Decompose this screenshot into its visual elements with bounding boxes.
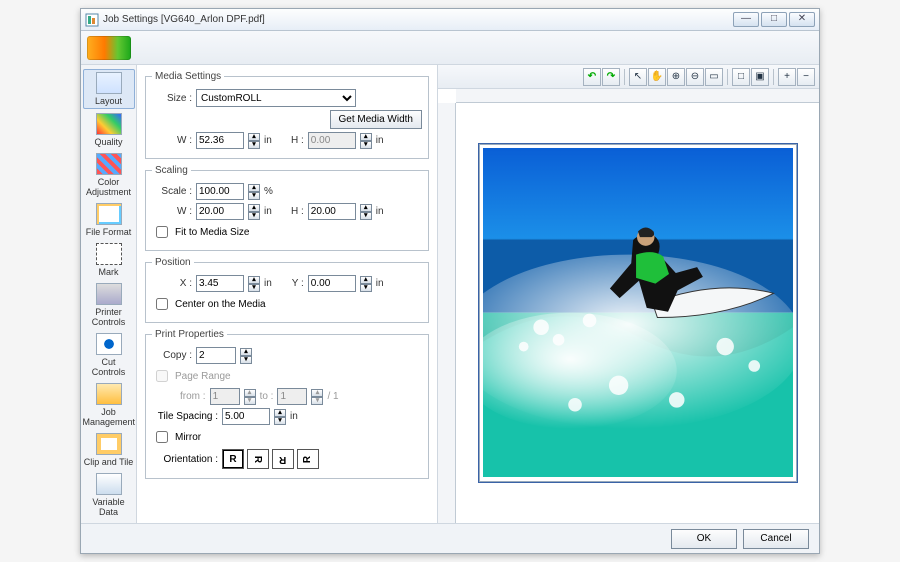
get-media-width-button[interactable]: Get Media Width — [330, 110, 422, 129]
scale-width-input[interactable] — [196, 203, 244, 220]
close-button[interactable]: ✕ — [789, 12, 815, 27]
pos-y-label: Y : — [290, 278, 304, 289]
pointer-tool-button[interactable]: ↖ — [629, 68, 647, 86]
mirror-checkbox[interactable] — [156, 431, 168, 443]
fit-media-checkbox[interactable] — [156, 226, 168, 238]
preview-canvas[interactable] — [438, 89, 819, 523]
position-legend: Position — [152, 257, 194, 268]
scale-w-label: W : — [152, 206, 192, 217]
app-icon — [85, 13, 99, 27]
category-sidebar: Layout Quality Color Adjustment File For… — [81, 65, 137, 523]
fit-media-label: Fit to Media Size — [175, 227, 249, 238]
sidebar-item-variable-data[interactable]: Variable Data — [83, 471, 135, 519]
copy-input[interactable] — [196, 347, 236, 364]
layout-icon — [96, 72, 122, 94]
orient-0-button[interactable]: R — [222, 449, 244, 469]
redo-button[interactable]: ↷ — [602, 68, 620, 86]
undo-button[interactable]: ↶ — [583, 68, 601, 86]
sidebar-item-mark[interactable]: Mark — [83, 241, 135, 279]
orient-270-button[interactable]: R — [297, 449, 319, 469]
size-select[interactable]: CustomROLL — [196, 89, 356, 107]
pan-tool-button[interactable]: ✋ — [648, 68, 666, 86]
variable-data-icon — [96, 473, 122, 495]
pos-x-label: X : — [152, 278, 192, 289]
scaling-group: Scaling Scale : ▴▾ % W : ▴▾ in H : ▴▾ i — [145, 165, 429, 251]
media-height-input — [308, 132, 356, 149]
size-label: Size : — [152, 93, 192, 104]
page-range-checkbox — [156, 370, 168, 382]
file-format-icon — [96, 203, 122, 225]
view-1-button[interactable]: □ — [732, 68, 750, 86]
center-media-checkbox[interactable] — [156, 298, 168, 310]
titlebar: Job Settings [VG640_Arlon DPF.pdf] — □ ✕ — [81, 9, 819, 31]
preview-toolbar: ↶ ↷ ↖ ✋ ⊕ ⊖ ▭ □ ▣ + − — [438, 65, 819, 89]
cut-icon — [96, 333, 122, 355]
zoom-fit-button[interactable]: ▭ — [705, 68, 723, 86]
page-from-input — [210, 388, 240, 405]
zoom-in-button[interactable]: ⊕ — [667, 68, 685, 86]
job-settings-dialog: Job Settings [VG640_Arlon DPF.pdf] — □ ✕… — [80, 8, 820, 554]
scale-label: Scale : — [152, 186, 192, 197]
remove-button[interactable]: − — [797, 68, 815, 86]
mark-icon — [96, 243, 122, 265]
zoom-out-button[interactable]: ⊖ — [686, 68, 704, 86]
sidebar-item-quality[interactable]: Quality — [83, 111, 135, 149]
sidebar-item-layout[interactable]: Layout — [83, 69, 135, 109]
color-adjust-icon — [96, 153, 122, 175]
media-w-label: W : — [152, 135, 192, 146]
window-title: Job Settings [VG640_Arlon DPF.pdf] — [103, 14, 733, 25]
media-width-spinner[interactable]: ▴▾ — [248, 133, 260, 149]
sidebar-item-cut-controls[interactable]: Cut Controls — [83, 331, 135, 379]
page-to-input — [277, 388, 307, 405]
ruler-horizontal — [456, 89, 819, 103]
print-properties-group: Print Properties Copy : ▴▾ Page Range fr… — [145, 329, 429, 479]
clip-tile-icon — [96, 433, 122, 455]
media-h-label: H : — [290, 135, 304, 146]
sidebar-item-color-adjustment[interactable]: Color Adjustment — [83, 151, 135, 199]
preview-panel: ↶ ↷ ↖ ✋ ⊕ ⊖ ▭ □ ▣ + − — [437, 65, 819, 523]
orient-180-button[interactable]: R — [272, 449, 294, 469]
pos-x-input[interactable] — [196, 275, 244, 292]
view-2-button[interactable]: ▣ — [751, 68, 769, 86]
position-group: Position X : ▴▾ in Y : ▴▾ in Center on t… — [145, 257, 429, 323]
tile-spacing-label: Tile Spacing : — [152, 411, 218, 422]
print-legend: Print Properties — [152, 329, 227, 340]
ok-button[interactable]: OK — [671, 529, 737, 549]
sidebar-item-job-management[interactable]: Job Management — [83, 381, 135, 429]
ruler-vertical — [438, 103, 456, 523]
quality-icon — [96, 113, 122, 135]
sidebar-item-printer-controls[interactable]: Printer Controls — [83, 281, 135, 329]
add-button[interactable]: + — [778, 68, 796, 86]
media-height-spinner: ▴▾ — [360, 133, 372, 149]
preview-page[interactable] — [478, 143, 798, 483]
scale-h-label: H : — [290, 206, 304, 217]
media-legend: Media Settings — [152, 71, 224, 82]
minimize-button[interactable]: — — [733, 12, 759, 27]
orient-90-button[interactable]: R — [247, 449, 269, 469]
tile-spacing-input[interactable] — [222, 408, 270, 425]
center-media-label: Center on the Media — [175, 299, 266, 310]
media-width-input[interactable] — [196, 132, 244, 149]
pos-y-input[interactable] — [308, 275, 356, 292]
copy-label: Copy : — [152, 350, 192, 361]
settings-form: Media Settings Size : CustomROLL Get Med… — [137, 65, 437, 523]
orientation-label: Orientation : — [152, 454, 218, 465]
dialog-footer: OK Cancel — [81, 523, 819, 553]
job-preview-image — [483, 148, 793, 477]
sidebar-item-file-format[interactable]: File Format — [83, 201, 135, 239]
scale-spinner[interactable]: ▴▾ — [248, 184, 260, 200]
media-settings-group: Media Settings Size : CustomROLL Get Med… — [145, 71, 429, 159]
scale-input[interactable] — [196, 183, 244, 200]
job-icon — [87, 36, 131, 60]
printer-icon — [96, 283, 122, 305]
job-mgmt-icon — [96, 383, 122, 405]
scale-height-input[interactable] — [308, 203, 356, 220]
page-range-label: Page Range — [175, 371, 231, 382]
maximize-button[interactable]: □ — [761, 12, 787, 27]
main-toolbar — [81, 31, 819, 65]
sidebar-item-clip-tile[interactable]: Clip and Tile — [83, 431, 135, 469]
cancel-button[interactable]: Cancel — [743, 529, 809, 549]
scaling-legend: Scaling — [152, 165, 191, 176]
mirror-label: Mirror — [175, 432, 201, 443]
